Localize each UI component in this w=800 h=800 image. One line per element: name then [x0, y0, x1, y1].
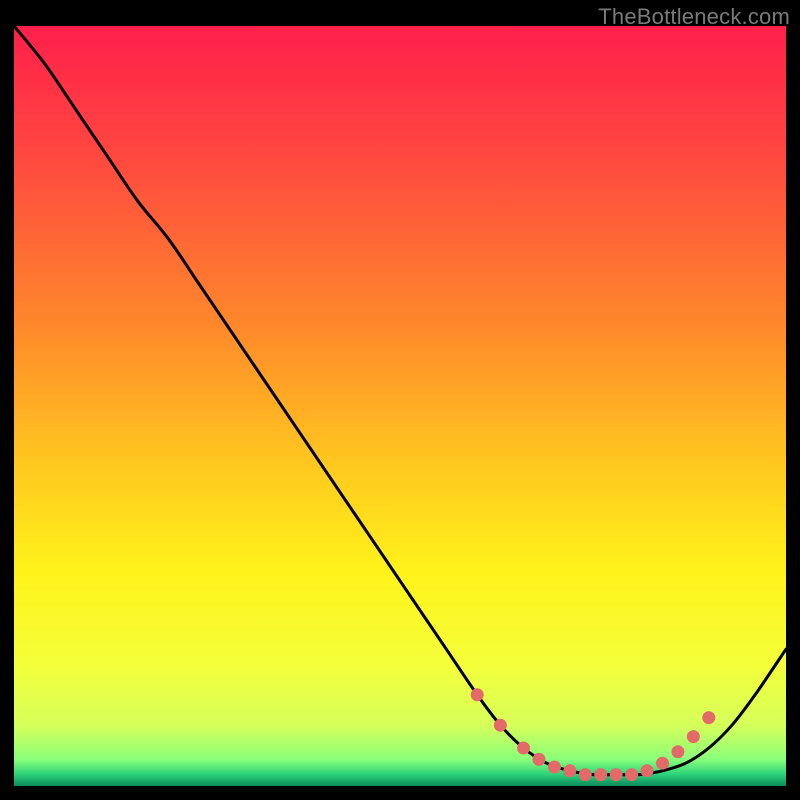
valley-dot — [702, 711, 715, 724]
chart-stage: TheBottleneck.com — [0, 0, 800, 800]
valley-dot — [517, 742, 530, 755]
valley-dot — [625, 768, 638, 781]
valley-dot — [641, 764, 654, 777]
gradient-background — [14, 26, 786, 786]
valley-dot — [579, 768, 592, 781]
valley-dot — [532, 753, 545, 766]
valley-dot — [656, 757, 669, 770]
valley-dot — [563, 764, 576, 777]
valley-dot — [687, 730, 700, 743]
valley-dot — [494, 719, 507, 732]
valley-dot — [671, 745, 684, 758]
valley-dot — [471, 688, 484, 701]
valley-dot — [594, 768, 607, 781]
valley-dot — [548, 761, 561, 774]
valley-dot — [610, 768, 623, 781]
bottleneck-plot — [14, 26, 786, 786]
